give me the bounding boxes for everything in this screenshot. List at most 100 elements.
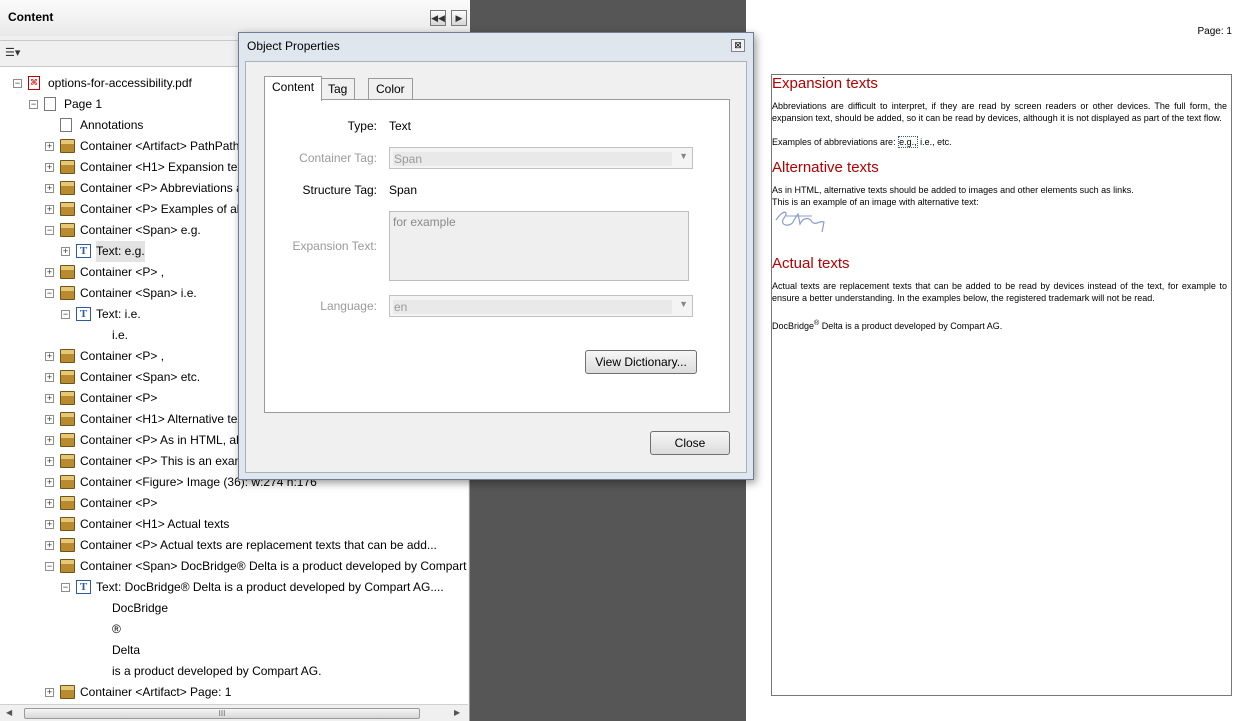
tree-item-label: Text: e.g.: [96, 241, 145, 262]
tree-item-label: Container <Artifact> PathPath: [80, 139, 240, 153]
container-icon: [60, 349, 75, 363]
expand-icon[interactable]: +: [45, 142, 54, 151]
paragraph-examples: Examples of abbreviations are: e.g., i.e…: [772, 136, 952, 148]
tree-item-label: Container <Span> etc.: [80, 370, 201, 384]
container-icon: [60, 139, 75, 153]
tree-item-label: Annotations: [80, 118, 144, 132]
tree-row[interactable]: − T Text: DocBridge® Delta is a product de…: [0, 577, 468, 598]
collapse-icon[interactable]: −: [29, 100, 38, 109]
tree-item-label: Container <Span> i.e.: [80, 286, 197, 300]
tree-row[interactable]: + Container <P> Actual texts are replacem…: [0, 535, 468, 556]
collapse-icon[interactable]: −: [61, 583, 70, 592]
collapse-icon[interactable]: −: [13, 79, 22, 88]
tree-item-label: Text: i.e.: [96, 307, 141, 321]
tab-content[interactable]: Content: [264, 76, 323, 101]
container-icon: [60, 370, 75, 384]
container-icon: [60, 181, 75, 195]
expand-icon[interactable]: +: [45, 499, 54, 508]
language-select[interactable]: en ▼: [389, 295, 693, 317]
expand-icon[interactable]: +: [45, 478, 54, 487]
container-icon: [60, 265, 75, 279]
highlighted-eg[interactable]: e.g.,: [898, 136, 918, 148]
type-label: Type:: [347, 119, 377, 133]
container-tag-select[interactable]: Span ▼: [389, 147, 693, 169]
tree-item-label: Container <Span> e.g.: [80, 223, 201, 237]
collapse-icon[interactable]: −: [45, 562, 54, 571]
page-icon: [44, 97, 56, 111]
close-icon[interactable]: ⊠: [731, 39, 745, 52]
text-icon: T: [76, 244, 91, 258]
expand-icon[interactable]: +: [45, 520, 54, 529]
container-icon: [60, 517, 75, 531]
tree-item-label: Container <Artifact> Page: 1: [80, 685, 232, 699]
panel-title: Content: [8, 10, 54, 24]
expand-icon[interactable]: +: [45, 688, 54, 697]
type-value: Text: [389, 119, 412, 133]
dialog-title: Object Properties: [247, 39, 340, 53]
tree-row[interactable]: is a product developed by Compart AG.: [0, 661, 468, 682]
expansion-text-field[interactable]: for example: [389, 211, 689, 281]
tree-item-label: Container <P> ,: [80, 265, 165, 279]
collapse-icon[interactable]: −: [61, 310, 70, 319]
heading-expansion-texts: Expansion texts: [772, 75, 878, 92]
expand-icon[interactable]: +: [45, 268, 54, 277]
tree-item-label: Container <P> Actual texts are replaceme…: [80, 538, 437, 552]
tree-item-label: Container <H1> Actual texts: [80, 517, 230, 531]
tree-item-label: Text: DocBridge® Delta is a product deve…: [96, 580, 444, 594]
container-icon: [60, 433, 75, 447]
close-button[interactable]: Close: [650, 431, 730, 455]
horizontal-scrollbar[interactable]: ◀ III ▶: [0, 704, 468, 721]
heading-alternative-texts: Alternative texts: [772, 159, 879, 176]
structure-tag-label: Structure Tag:: [302, 183, 377, 197]
tree-row[interactable]: + Container <P>: [0, 493, 468, 514]
container-icon: [60, 454, 75, 468]
expand-icon[interactable]: +: [45, 415, 54, 424]
tree-item-label: Container <P> This is an example: [80, 454, 261, 468]
container-icon: [60, 202, 75, 216]
scroll-left-icon[interactable]: ◀: [6, 708, 12, 717]
language-value: en: [393, 300, 672, 314]
tab-tag[interactable]: Tag: [320, 78, 356, 100]
tree-row[interactable]: + Container <Artifact> Page: 1: [0, 682, 468, 703]
tree-item-label: Container <H1> Expansion texts: [80, 160, 253, 174]
tab-color[interactable]: Color: [368, 78, 413, 100]
paragraph-actual-texts: Actual texts are replacement texts that …: [772, 281, 1227, 303]
tree-row[interactable]: ®: [0, 619, 468, 640]
expand-icon[interactable]: +: [45, 436, 54, 445]
tree-item-label: Delta: [112, 643, 141, 657]
paragraph-docbridge: DocBridge® Delta is a product developed …: [772, 320, 1003, 331]
expand-icon[interactable]: +: [61, 247, 70, 256]
signature-image: [775, 211, 825, 233]
page-icon: [60, 118, 72, 132]
container-icon: [60, 496, 75, 510]
tree-row[interactable]: + Container <H1> Actual texts: [0, 514, 468, 535]
scroll-right-icon[interactable]: ▶: [454, 708, 460, 717]
paragraph-image-example: This is an example of an image with alte…: [772, 197, 979, 207]
expand-icon[interactable]: +: [45, 163, 54, 172]
pdf-icon: ⌘: [28, 76, 40, 90]
collapse-icon[interactable]: −: [45, 289, 54, 298]
expand-icon[interactable]: +: [45, 184, 54, 193]
container-icon: [60, 160, 75, 174]
expand-icon[interactable]: +: [45, 457, 54, 466]
expand-icon[interactable]: +: [45, 352, 54, 361]
expand-icon[interactable]: +: [45, 205, 54, 214]
rewind-icon[interactable]: ◀◀: [430, 10, 446, 26]
container-icon: [60, 538, 75, 552]
tree-item-label: Page 1: [64, 97, 103, 111]
tree-row[interactable]: DocBridge: [0, 598, 468, 619]
tree-row[interactable]: − Container <Span> DocBridge® Delta is a …: [0, 556, 468, 577]
play-icon[interactable]: ▶: [451, 10, 467, 26]
chevron-down-icon: ▼: [679, 151, 688, 161]
tree-row[interactable]: Delta: [0, 640, 468, 661]
container-icon: [60, 685, 75, 699]
options-menu-icon[interactable]: ☰▾: [5, 46, 31, 62]
expand-icon[interactable]: +: [45, 373, 54, 382]
tree-item-label: DocBridge: [112, 601, 169, 615]
collapse-icon[interactable]: −: [45, 226, 54, 235]
expansion-text-label: Expansion Text:: [292, 239, 378, 253]
expand-icon[interactable]: +: [45, 394, 54, 403]
expand-icon[interactable]: +: [45, 541, 54, 550]
view-dictionary-button[interactable]: View Dictionary...: [585, 350, 697, 374]
scrollbar-thumb[interactable]: III: [24, 708, 420, 719]
